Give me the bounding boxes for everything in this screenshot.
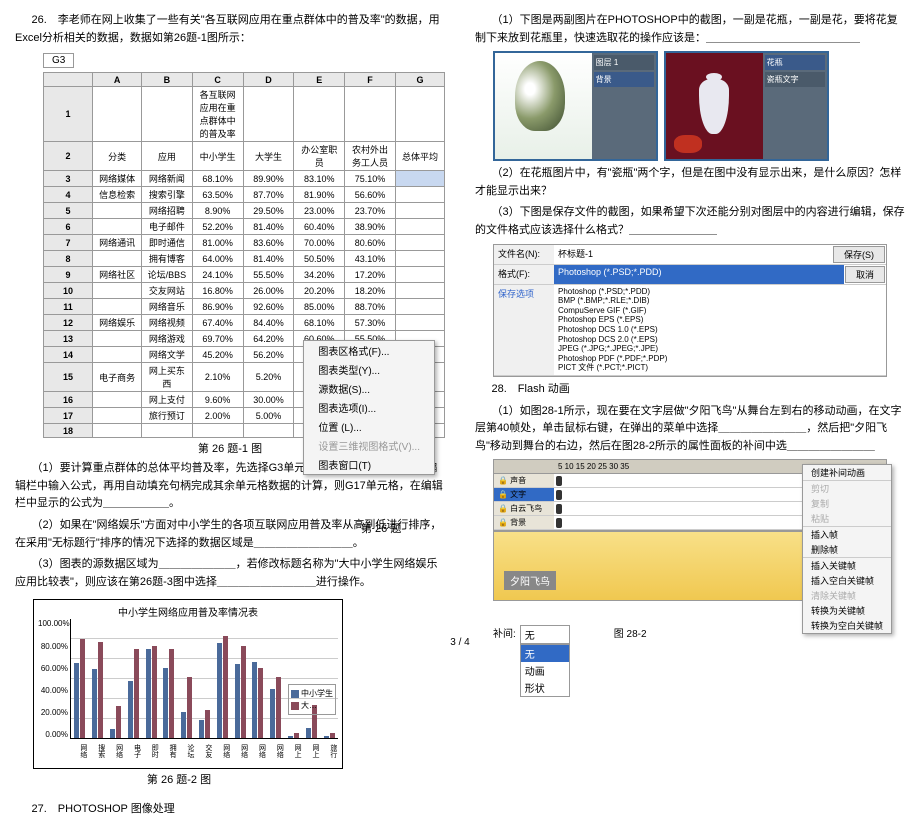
- chart-legend: 中小学生 大…: [288, 684, 336, 715]
- q27-heading: 27. PHOTOSHOP 图像处理: [15, 801, 445, 819]
- chart-bars: [70, 619, 338, 739]
- layers-panel-vase: 花瓶 瓷瓶文字: [763, 53, 827, 159]
- layers-panel-flower: 图层 1 背景: [592, 53, 656, 159]
- caption-28-1: 图 28-1: [475, 605, 845, 621]
- tween-select[interactable]: 无: [520, 625, 570, 644]
- layer-item-selected[interactable]: 花瓶: [765, 55, 825, 70]
- photoshop-flower-image: 图层 1 背景: [493, 51, 658, 161]
- tween-label: 补间:: [493, 625, 516, 640]
- caption-28-2: 图 28-2: [614, 625, 647, 640]
- caption-26-2: 第 26 题-2 图: [15, 771, 343, 787]
- legend-item-1: 中小学生: [301, 688, 333, 699]
- chart-xaxis: 网络搜索网络电子即时拥有论坛交友网络网络网络网络网上网上旅行: [70, 739, 338, 763]
- format-list[interactable]: Photoshop (*.PSD;*.PDD)BMP (*.BMP;*.RLE;…: [554, 285, 886, 375]
- bar-chart: 中小学生网络应用普及率情况表 100.00%80.00%60.00%40.00%…: [33, 599, 343, 769]
- chart-yaxis: 100.00%80.00%60.00%40.00%20.00%0.00%: [38, 619, 70, 739]
- save-options-label: 保存选项: [494, 285, 554, 375]
- format-label: 格式(F):: [494, 265, 554, 284]
- q27-sub3: （3）下图是保存文件的截图，如果希望下次还能分别对图层中的内容进行编辑，保存的文…: [475, 204, 905, 239]
- timeline-ruler: 5 10 15 20 25 30 35: [554, 460, 633, 473]
- cell-reference-box: G3: [43, 53, 74, 68]
- page-number: 3 / 4: [450, 637, 469, 648]
- tween-property-panel: 补间: 无 无动画形状 图 28-2: [493, 625, 887, 697]
- chart-title: 中小学生网络应用普及率情况表: [38, 604, 338, 619]
- caption-26-3: 第 26 题-: [361, 520, 405, 536]
- stage-text-symbol[interactable]: 夕阳飞鸟: [504, 571, 556, 590]
- flash-screenshot: 5 10 15 20 25 30 35 🔒 声音🔒 文字🔒 白云飞鸟🔒 背景 夕…: [493, 459, 887, 601]
- q27-sub1: （1）下图是两副图片在PHOTOSHOP中的截图，一副是花瓶，一副是花，要将花复…: [475, 12, 905, 47]
- q27-sub2: （2）在花瓶图片中，有"瓷瓶"两个字，但是在图中没有显示出来，是什么原因？怎样才…: [475, 165, 905, 200]
- cancel-button[interactable]: 取消: [845, 266, 885, 283]
- q26-sub3: （3）图表的源数据区域为＿＿＿＿＿＿＿，若修改标题名称为"大中小学生网络娱乐应用…: [15, 556, 445, 591]
- photoshop-vase-image: 花瓶 瓷瓶文字: [664, 51, 829, 161]
- layer-item-selected[interactable]: 背景: [594, 72, 654, 87]
- filename-label: 文件名(N):: [494, 245, 554, 264]
- q28-heading: 28. Flash 动画: [475, 381, 905, 399]
- save-button[interactable]: 保存(S): [833, 246, 885, 263]
- legend-item-2: 大…: [301, 700, 317, 711]
- save-dialog: 文件名(N):杯标题-1保存(S) 格式(F):Photoshop (*.PSD…: [493, 244, 887, 377]
- layer-item[interactable]: 图层 1: [594, 55, 654, 70]
- tween-dropdown-list[interactable]: 无动画形状: [520, 644, 570, 697]
- chart-context-menu[interactable]: 图表区格式(F)...图表类型(Y)...源数据(S)...图表选项(I)...…: [303, 340, 435, 475]
- q26-intro: 26. 李老师在网上收集了一些有关"各互联网应用在重点群体中的普及率"的数据，用…: [15, 12, 445, 47]
- timeline-context-menu[interactable]: 创建补间动画剪切复制粘贴插入帧删除帧插入关键帧插入空白关键帧清除关键帧转换为关键…: [802, 464, 892, 634]
- format-dropdown[interactable]: Photoshop (*.PSD;*.PDD): [554, 265, 844, 284]
- filename-field[interactable]: 杯标题-1: [554, 245, 832, 264]
- q28-sub1: （1）如图28-1所示，现在要在文字层做"夕阳飞鸟"从舞台左到右的移动动画，在文…: [475, 403, 905, 456]
- layer-item[interactable]: 瓷瓶文字: [765, 72, 825, 87]
